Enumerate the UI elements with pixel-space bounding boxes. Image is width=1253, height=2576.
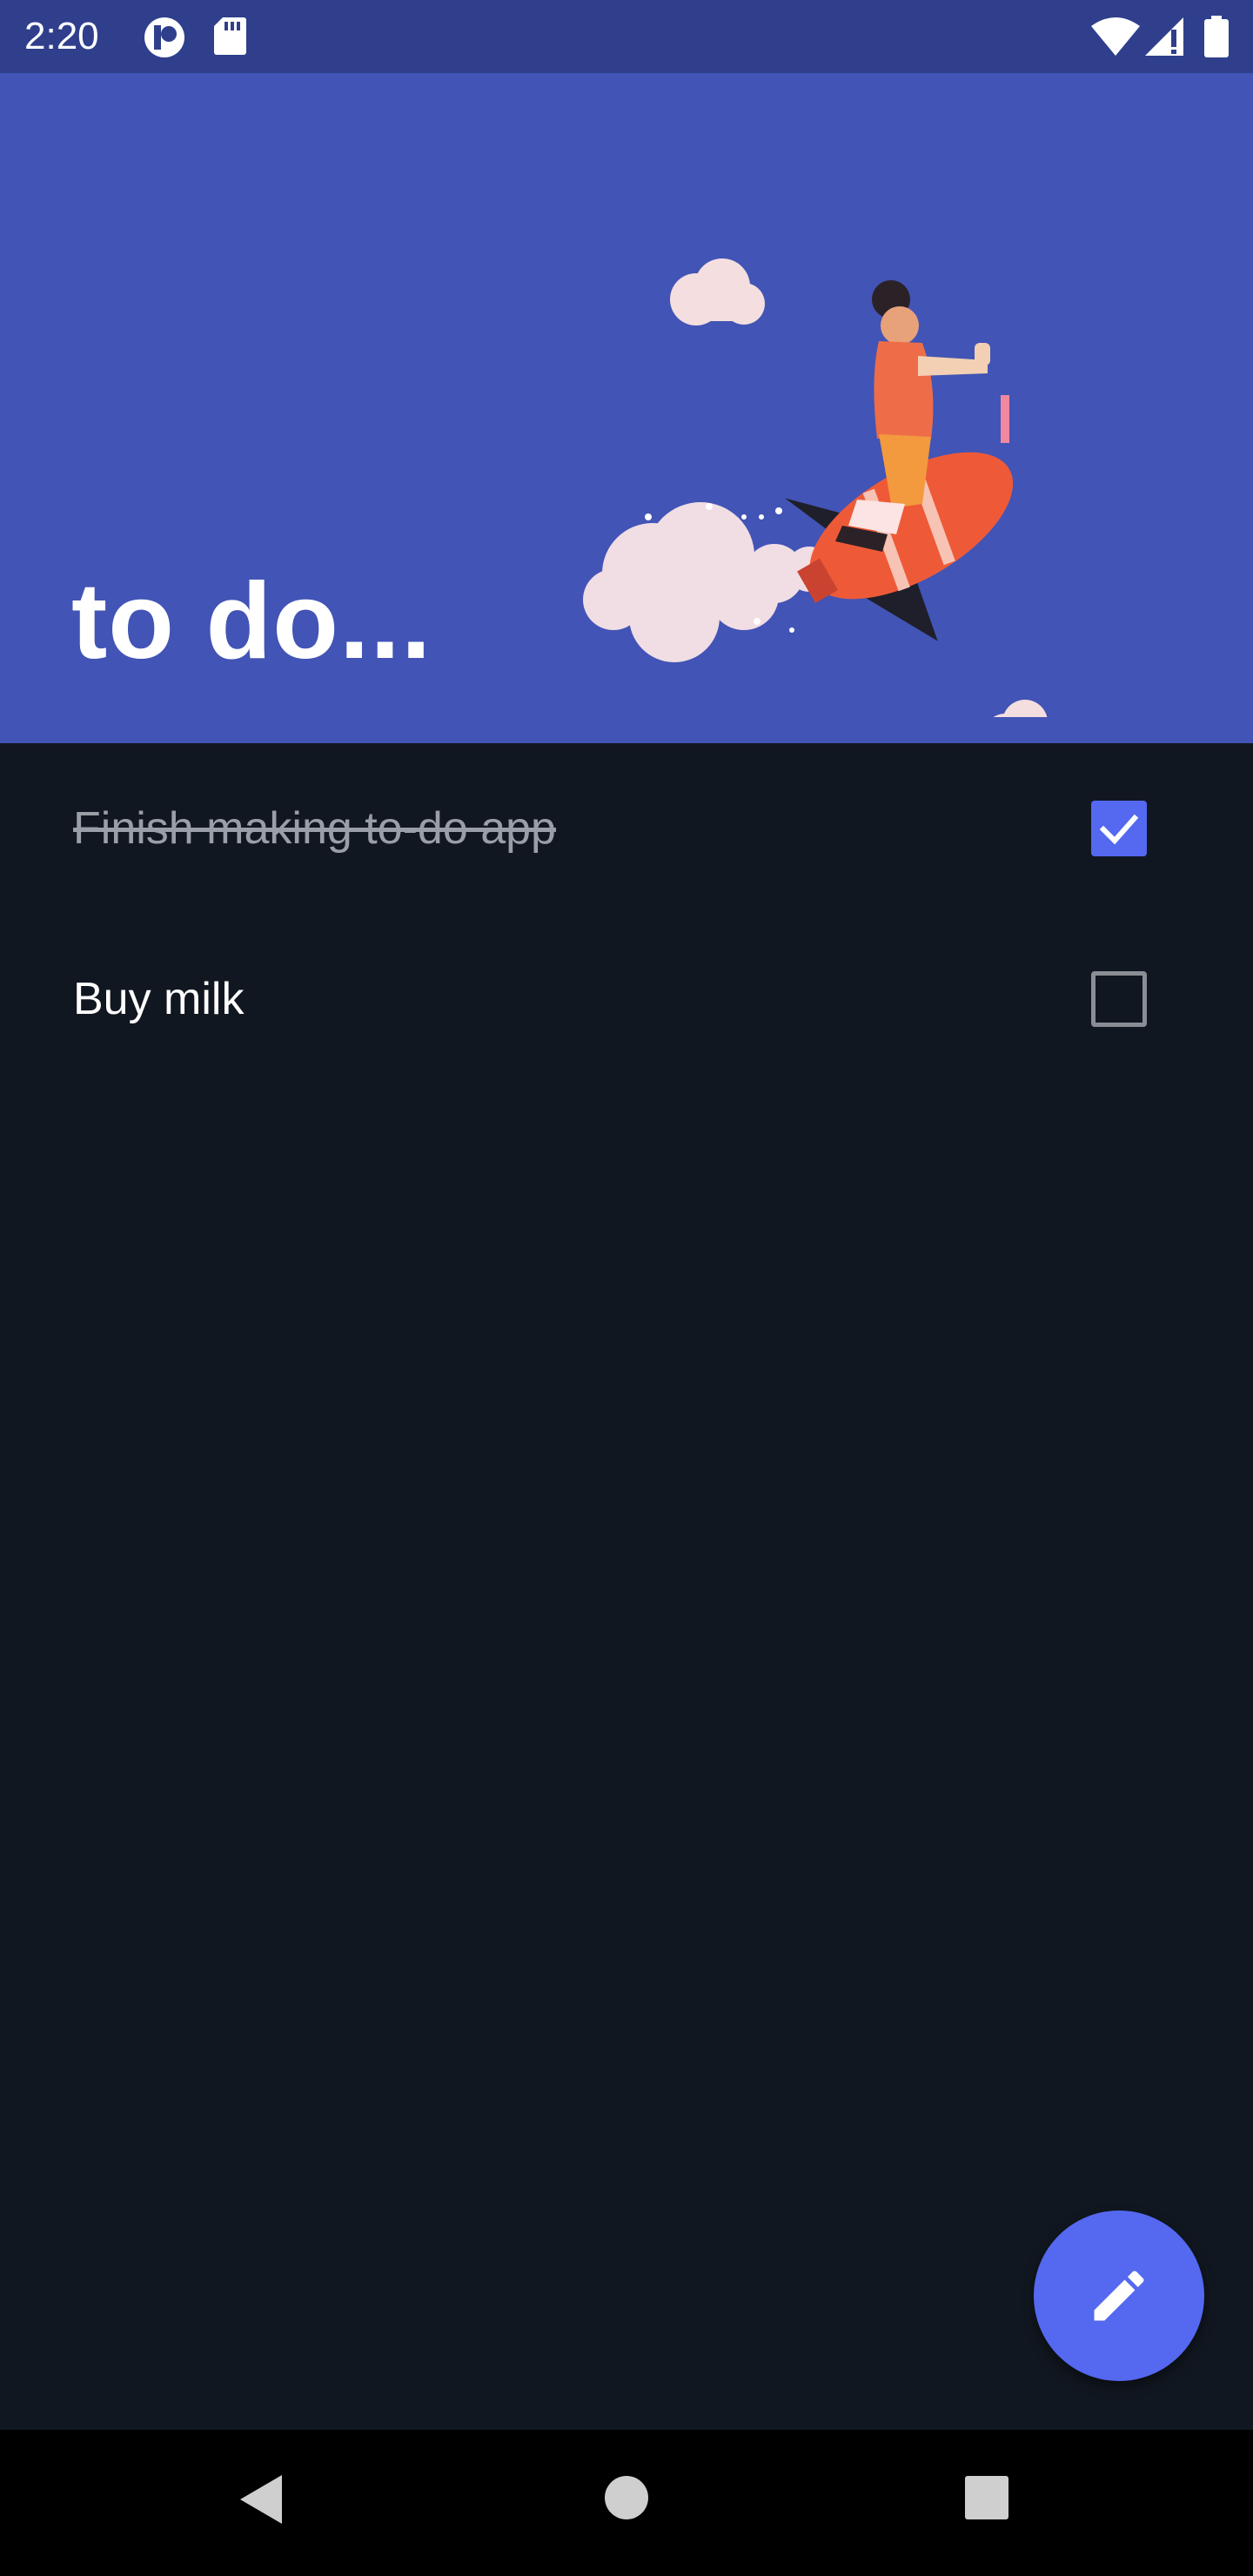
list-item[interactable]: Finish making to-do app	[0, 743, 1253, 914]
todo-checkbox-unchecked[interactable]	[1091, 971, 1147, 1027]
sd-card-icon	[212, 16, 247, 60]
home-icon[interactable]	[602, 2473, 651, 2526]
checkmark-icon	[1099, 814, 1139, 845]
edit-fab-button[interactable]	[1034, 2210, 1204, 2381]
battery-icon	[1204, 16, 1229, 62]
pencil-icon	[1094, 2271, 1144, 2321]
status-time: 2:20	[24, 15, 99, 57]
todo-list: Finish making to-do app Buy milk	[0, 743, 1253, 1084]
list-item[interactable]: Buy milk	[0, 914, 1253, 1084]
todo-text: Finish making to-do app	[73, 803, 556, 854]
notification-app-icon	[143, 16, 186, 64]
back-icon[interactable]	[237, 2472, 285, 2532]
rocket-rider-illustration	[583, 258, 1048, 717]
screen: 2:20 to do... Finish making to-do app Bu…	[0, 0, 1253, 2576]
navigation-bar	[0, 2430, 1253, 2576]
page-title: to do...	[71, 561, 432, 681]
wifi-icon	[1091, 17, 1140, 60]
cellular-signal-icon	[1145, 17, 1185, 60]
todo-text: Buy milk	[73, 974, 245, 1024]
status-bar: 2:20	[0, 0, 1253, 73]
todo-checkbox-checked[interactable]	[1091, 801, 1147, 856]
app-header: to do...	[0, 73, 1253, 743]
recents-icon[interactable]	[964, 2475, 1009, 2525]
